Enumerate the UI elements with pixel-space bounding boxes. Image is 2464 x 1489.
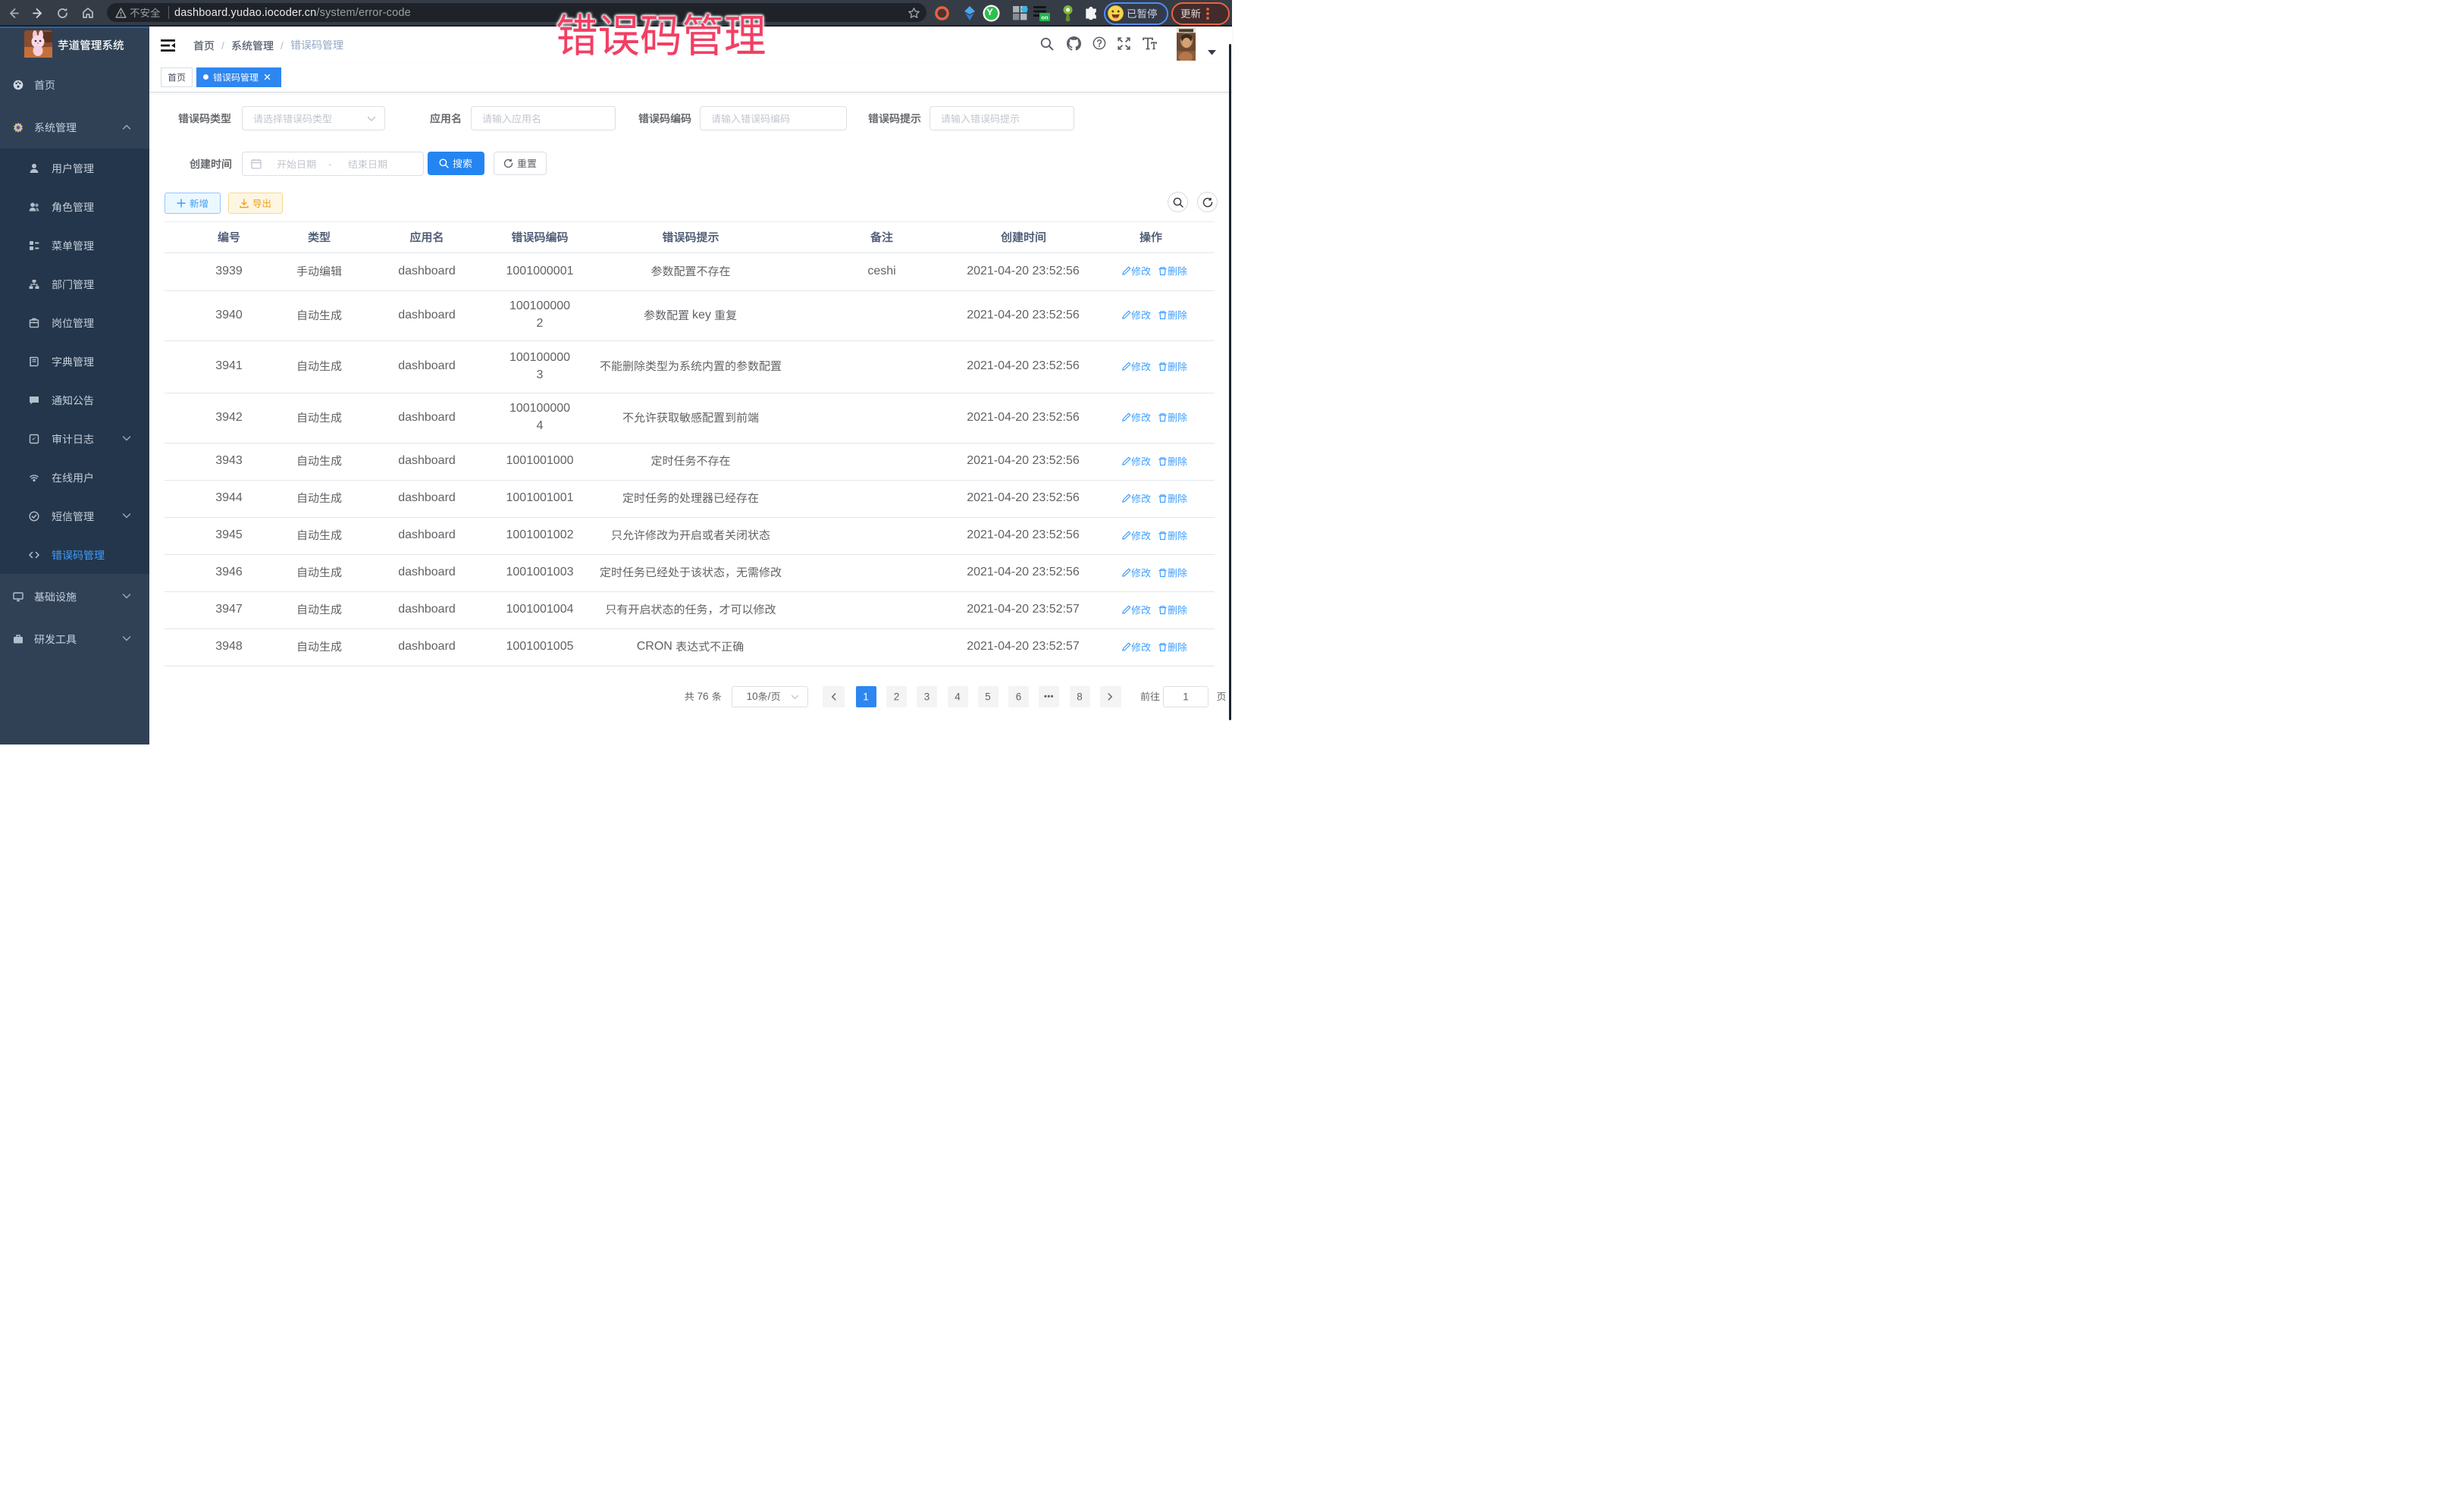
svg-text:on: on <box>1041 14 1049 20</box>
